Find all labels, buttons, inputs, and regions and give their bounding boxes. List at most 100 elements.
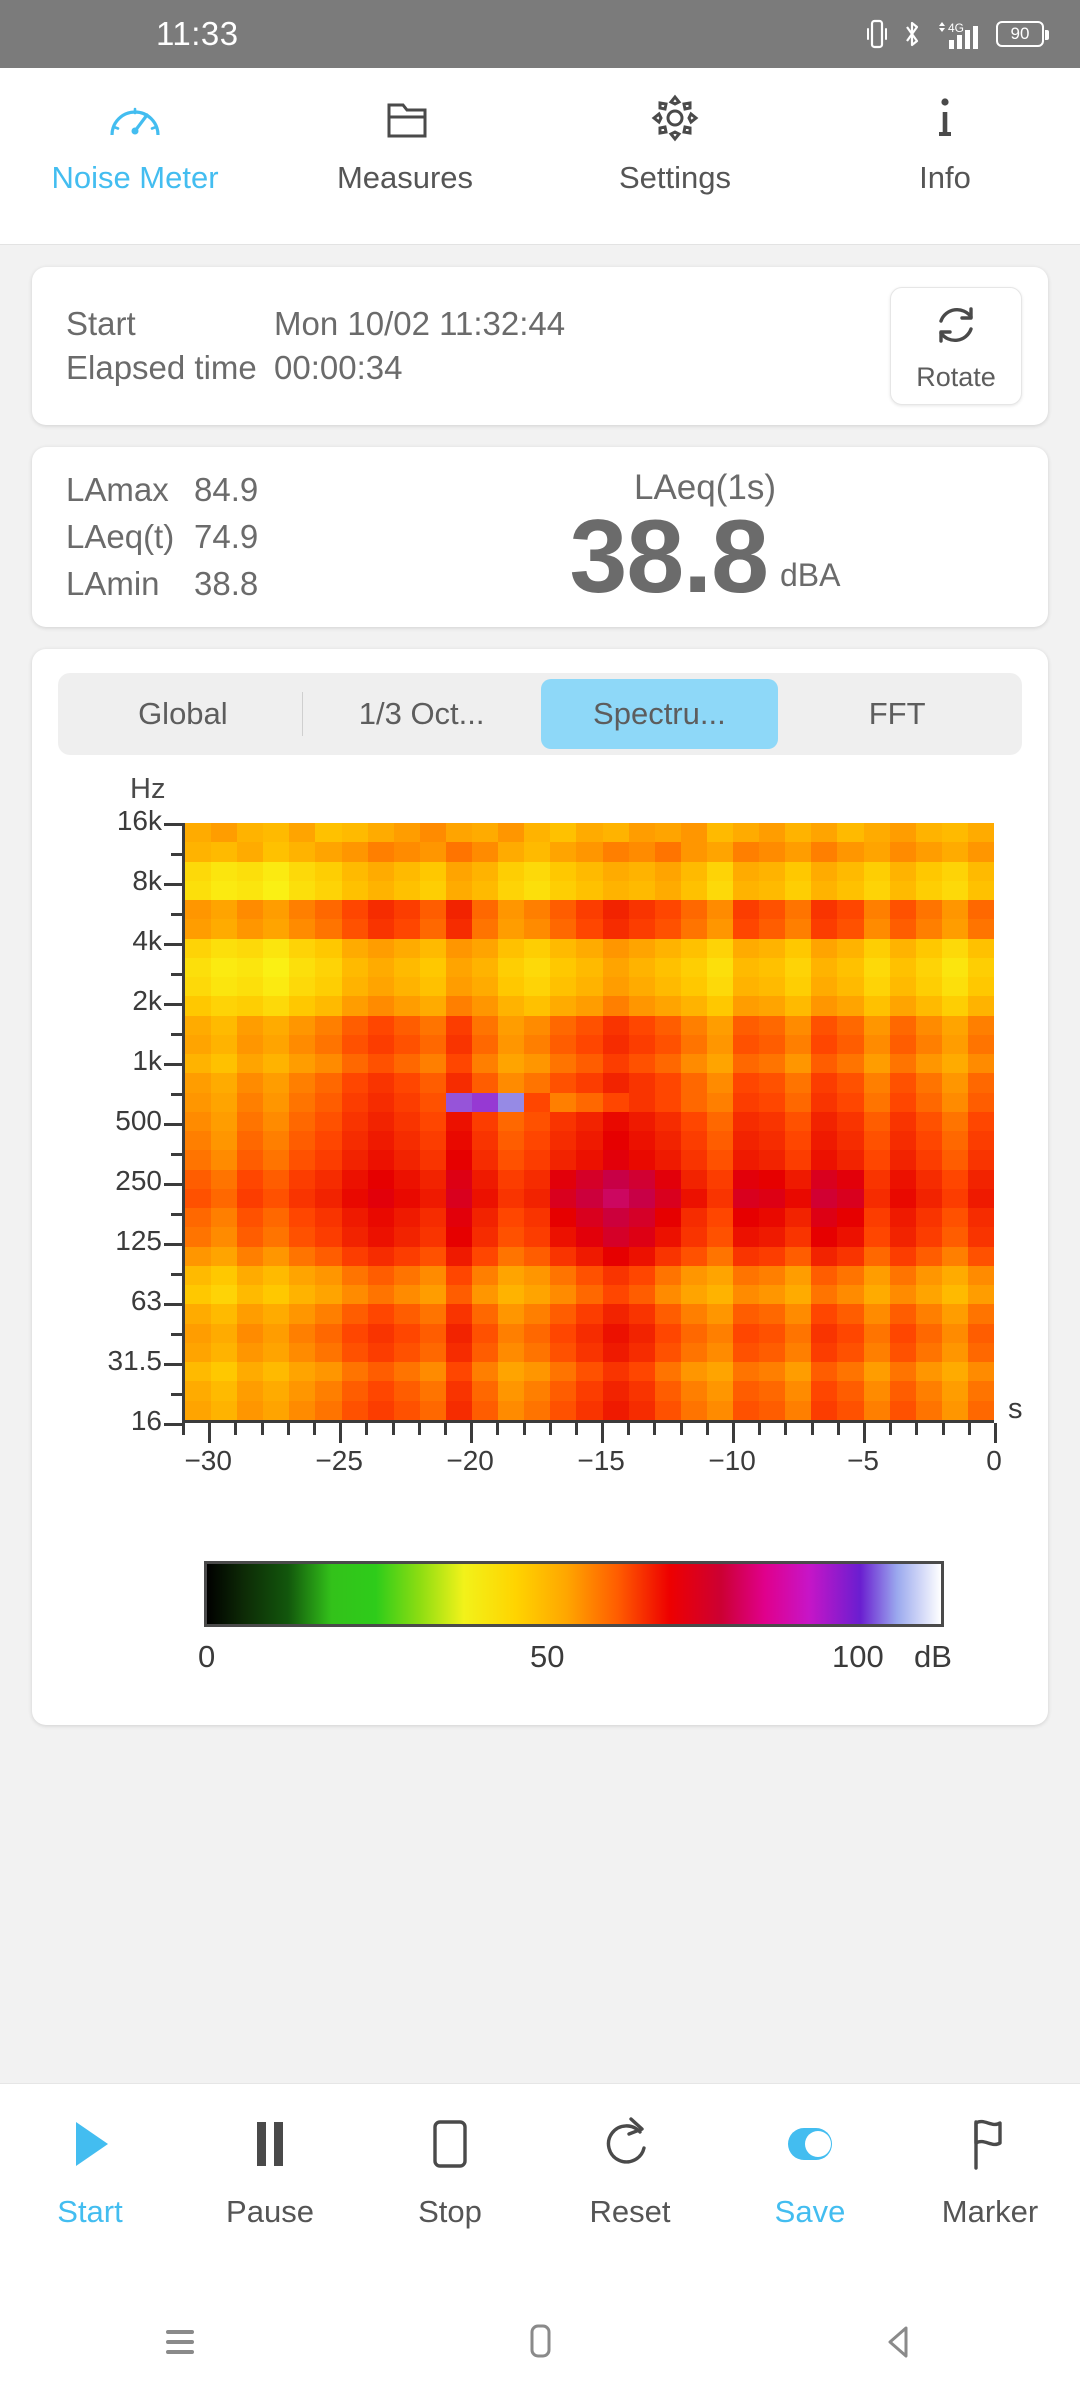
segment-third-octave[interactable]: 1/3 Oct... [303, 679, 541, 749]
heatmap-cell [680, 1169, 707, 1189]
heatmap-cell [550, 842, 577, 862]
heatmap-cell [550, 996, 577, 1016]
heatmap-cell [706, 1208, 734, 1228]
heatmap-cell [889, 1362, 916, 1382]
heatmap-cell [863, 1323, 890, 1343]
heatmap-cell [393, 823, 420, 843]
heatmap-cell [524, 1265, 551, 1286]
heatmap-cell [654, 1054, 681, 1074]
heatmap-cell [550, 1381, 577, 1401]
heatmap-cell [445, 1265, 473, 1286]
tab-info[interactable]: Info [810, 90, 1080, 196]
heatmap-cell [941, 861, 968, 881]
heatmap-cell [393, 1092, 420, 1112]
heatmap-cell [628, 861, 655, 881]
x-axis-tick [732, 1423, 736, 1443]
heatmap-cell [915, 996, 942, 1016]
heatmap-cell [680, 957, 707, 978]
segment-spectrum[interactable]: Spectru... [540, 679, 779, 749]
heatmap-cell [680, 1362, 707, 1382]
heatmap-cell [419, 823, 446, 843]
heatmap-cell [472, 880, 499, 901]
heatmap-cell [211, 1073, 238, 1093]
save-toggle[interactable]: Save [720, 2110, 900, 2230]
heatmap-cell [393, 1073, 420, 1093]
heatmap-cell [785, 1362, 812, 1382]
heatmap-cell [967, 1323, 994, 1343]
heatmap-cell [706, 1246, 734, 1266]
heatmap-cell [472, 1400, 499, 1420]
tab-settings[interactable]: Settings [540, 90, 810, 196]
heatmap-cell [837, 1131, 864, 1151]
heatmap-cell [445, 1246, 473, 1266]
heatmap-cell [315, 1227, 342, 1247]
heatmap-cell [445, 1150, 473, 1170]
segment-global[interactable]: Global [64, 679, 302, 749]
heatmap-cell [680, 1323, 707, 1343]
reset-button[interactable]: Reset [540, 2110, 720, 2230]
heatmap-cell [967, 1034, 994, 1055]
back-icon[interactable] [840, 2320, 960, 2364]
heatmap-cell [889, 1246, 916, 1266]
heatmap-cell [863, 1054, 890, 1074]
heatmap-cell [419, 1092, 446, 1112]
heatmap-row [185, 1342, 994, 1363]
marker-button[interactable]: Marker [900, 2110, 1080, 2230]
heatmap-cell [550, 1188, 577, 1209]
heatmap-cell [706, 1015, 734, 1035]
heatmap-cell [915, 1285, 942, 1305]
signal-4g-icon: 4G [936, 18, 982, 50]
heatmap-cell [576, 823, 603, 843]
heatmap-cell [654, 919, 681, 939]
folder-icon [377, 90, 433, 146]
heatmap-cell [576, 1208, 603, 1228]
heatmap-cell [941, 1131, 968, 1151]
tab-noise-meter[interactable]: Noise Meter [0, 90, 270, 196]
heatmap-cell [524, 1208, 551, 1228]
stop-button[interactable]: Stop [360, 2110, 540, 2230]
spectrogram-heatmap[interactable] [182, 823, 994, 1423]
heatmap-cell [680, 1188, 707, 1209]
heatmap-cell [498, 1400, 525, 1420]
heatmap-cell [785, 1034, 812, 1055]
heatmap-cell [419, 1304, 446, 1324]
y-axis-unit-label: Hz [130, 773, 166, 805]
heatmap-cell [602, 1188, 629, 1209]
heatmap-cell [863, 1400, 890, 1420]
heatmap-cell [863, 938, 890, 958]
heatmap-cell [498, 919, 525, 939]
heatmap-cell [785, 900, 812, 920]
tab-measures[interactable]: Measures [270, 90, 540, 196]
segment-fft[interactable]: FFT [778, 679, 1016, 749]
heatmap-cell [759, 996, 786, 1016]
heatmap-cell [550, 1285, 577, 1305]
y-axis-tick [164, 1063, 182, 1066]
heatmap-cell [733, 1111, 760, 1132]
heatmap-cell [550, 1169, 577, 1189]
heatmap-cell [967, 919, 994, 939]
heatmap-cell [550, 977, 577, 997]
heatmap-row [185, 1015, 994, 1035]
start-button[interactable]: Start [0, 2110, 180, 2230]
heatmap-cell [628, 1304, 655, 1324]
heatmap-cell [445, 1342, 473, 1363]
heatmap-cell [419, 1169, 446, 1189]
heatmap-row [185, 1034, 994, 1055]
home-icon[interactable] [480, 2320, 600, 2364]
heatmap-cell [315, 1362, 342, 1382]
heatmap-cell [263, 1131, 290, 1151]
heatmap-cell [680, 1054, 707, 1074]
heatmap-cell [185, 861, 212, 881]
heatmap-cell [602, 1054, 629, 1074]
heatmap-cell [445, 861, 473, 881]
heatmap-cell [889, 977, 916, 997]
recents-icon[interactable] [120, 2322, 240, 2362]
heatmap-cell [811, 919, 838, 939]
heatmap-cell [628, 1092, 655, 1112]
heatmap-cell [706, 823, 734, 843]
pause-button[interactable]: Pause [180, 2110, 360, 2230]
heatmap-cell [837, 861, 864, 881]
heatmap-cell [941, 1400, 968, 1420]
rotate-button[interactable]: Rotate [890, 287, 1022, 405]
heatmap-cell [498, 977, 525, 997]
